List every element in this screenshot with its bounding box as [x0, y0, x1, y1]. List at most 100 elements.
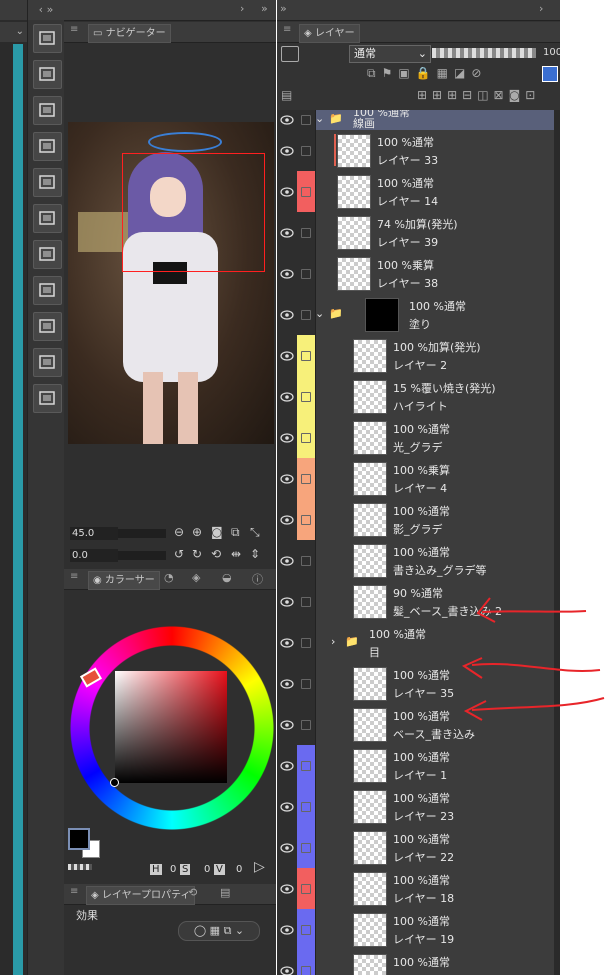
- blend-mode-select[interactable]: 通常 ⌄: [349, 45, 431, 63]
- layer-convert-icon[interactable]: [33, 240, 62, 269]
- layer-lock-toggle[interactable]: [297, 663, 316, 704]
- tab-history-icon[interactable]: ◒: [222, 571, 232, 584]
- zoom-in-icon[interactable]: ⊕: [192, 525, 202, 539]
- saturation-value-square[interactable]: [115, 671, 227, 783]
- layer-row[interactable]: 100 %通常レイヤー 21: [277, 950, 560, 975]
- layer-checkbox[interactable]: [301, 678, 311, 689]
- rotate-right-icon[interactable]: ↻: [192, 547, 202, 561]
- layer-row[interactable]: 100 %通常 レイヤー 18: [277, 868, 560, 910]
- tab-navigator[interactable]: ▭ ナビゲーター: [88, 24, 171, 43]
- layer-checkbox[interactable]: [301, 965, 311, 975]
- layer-row[interactable]: 15 %覆い焼き(発光) ハイライト: [277, 376, 560, 418]
- layer-lock-toggle[interactable]: [297, 540, 316, 581]
- menu-icon[interactable]: ≡: [283, 24, 291, 35]
- visibility-toggle[interactable]: [277, 212, 298, 253]
- menu-icon[interactable]: ≡: [70, 24, 78, 35]
- chevron-down-icon[interactable]: ⌄: [235, 924, 244, 937]
- rotate-value[interactable]: 0.0: [70, 549, 118, 562]
- screentone-icon[interactable]: [33, 168, 62, 197]
- layer-lock-toggle[interactable]: [297, 294, 316, 335]
- layer-lock-toggle[interactable]: [297, 745, 316, 786]
- visibility-toggle[interactable]: [277, 827, 298, 868]
- navigator-preview[interactable]: [68, 122, 274, 444]
- lock-transparent-icon[interactable]: ▦: [437, 66, 454, 80]
- layer-checkbox[interactable]: [301, 186, 311, 197]
- collapse-icon[interactable]: »: [261, 2, 268, 15]
- chevron-down-icon[interactable]: ⌄: [0, 22, 27, 42]
- visibility-toggle[interactable]: [277, 622, 298, 663]
- visibility-toggle[interactable]: [277, 458, 298, 499]
- layer-color-icon[interactable]: ⧉: [224, 924, 232, 937]
- tab-layer-property[interactable]: ◈ レイヤープロパティ: [86, 886, 196, 905]
- comment-icon[interactable]: [33, 348, 62, 377]
- lock-icon[interactable]: 🔒: [416, 66, 437, 80]
- layer-lock-toggle[interactable]: [297, 130, 316, 171]
- folder-expand-icon[interactable]: ⌄: [315, 112, 324, 125]
- visibility-toggle[interactable]: [277, 376, 298, 417]
- layer-lock-toggle[interactable]: [297, 581, 316, 622]
- layer-checkbox[interactable]: [301, 637, 311, 648]
- close-doc-icon[interactable]: [33, 132, 62, 161]
- layer-lock-toggle[interactable]: [297, 786, 316, 827]
- tab-history-icon[interactable]: ⟲: [188, 886, 197, 899]
- opacity-slider[interactable]: [432, 48, 536, 58]
- effect-buttons[interactable]: ◯ ▦ ⧉ ⌄: [178, 921, 260, 941]
- layer-lock-toggle[interactable]: [297, 212, 316, 253]
- visibility-toggle[interactable]: [277, 909, 298, 950]
- flip-horizontal-icon[interactable]: ⇹: [231, 547, 241, 561]
- tab-layer[interactable]: ◈ レイヤー: [299, 24, 360, 43]
- palette-color-icon[interactable]: [542, 66, 558, 82]
- visibility-toggle[interactable]: [277, 417, 298, 458]
- layer-row[interactable]: ⌄ 📁 100 %通常 線画: [277, 110, 560, 131]
- layer-row[interactable]: 100 %通常 レイヤー 14: [277, 171, 560, 213]
- layer-checkbox[interactable]: [301, 760, 311, 771]
- layer-checkbox[interactable]: [301, 842, 311, 853]
- folder-expand-icon[interactable]: ›: [331, 635, 335, 648]
- flip-vertical-icon[interactable]: ⇕: [250, 547, 260, 561]
- speech-bubble-icon[interactable]: [33, 60, 62, 89]
- layer-lock-toggle[interactable]: [297, 253, 316, 294]
- rotate-left-icon[interactable]: ↺: [174, 547, 184, 561]
- layer-row[interactable]: 100 %加算(発光) レイヤー 2: [277, 335, 560, 377]
- visibility-toggle[interactable]: [277, 581, 298, 622]
- layer-row[interactable]: ⌄ 📁 100 %通常 塗り: [277, 294, 560, 336]
- layer-lock-toggle[interactable]: [297, 622, 316, 663]
- tab-info-icon[interactable]: ⓘ: [252, 571, 263, 587]
- layer-lock-toggle[interactable]: [297, 499, 316, 540]
- sv-cursor[interactable]: [110, 778, 119, 787]
- actual-size-icon[interactable]: ◙: [211, 525, 223, 539]
- zoom-out-icon[interactable]: ⊖: [174, 525, 184, 539]
- zoom-slider[interactable]: [118, 529, 166, 538]
- reset-rotate-icon[interactable]: ⟲: [211, 547, 221, 561]
- layer-lock-toggle[interactable]: [297, 909, 316, 950]
- tone-effect-icon[interactable]: ▦: [210, 924, 220, 937]
- visibility-toggle[interactable]: [277, 499, 298, 540]
- tab-material-icon[interactable]: ▤: [220, 886, 230, 899]
- play-icon[interactable]: ▷: [254, 859, 265, 875]
- ruler-icon[interactable]: ⊘: [471, 66, 487, 80]
- layer-list-icon[interactable]: ▤: [281, 88, 292, 102]
- layer-checkbox[interactable]: [301, 883, 311, 894]
- transparent-swatch[interactable]: [68, 864, 92, 870]
- layer-checkbox[interactable]: [301, 596, 311, 607]
- layer-lock-toggle[interactable]: [297, 458, 316, 499]
- layer-row[interactable]: 100 %乗算 レイヤー 38: [277, 253, 560, 295]
- zoom-value[interactable]: 45.0: [70, 527, 118, 540]
- collapse-icon[interactable]: »: [280, 2, 287, 15]
- folder-icon[interactable]: [33, 276, 62, 305]
- layer-checkbox[interactable]: [301, 268, 311, 279]
- visibility-toggle[interactable]: [277, 704, 298, 745]
- layer-checkbox[interactable]: [301, 555, 311, 566]
- tab-intermediate-icon[interactable]: ◈: [192, 571, 200, 584]
- visibility-toggle[interactable]: [277, 335, 298, 376]
- visibility-toggle[interactable]: [277, 294, 298, 335]
- layer-checkbox[interactable]: [301, 115, 311, 125]
- canvas-strip[interactable]: [13, 44, 23, 975]
- layer-lock-toggle[interactable]: [297, 827, 316, 868]
- layer-checkbox[interactable]: [301, 145, 311, 156]
- visibility-toggle[interactable]: [277, 786, 298, 827]
- layer-checkbox[interactable]: [301, 473, 311, 484]
- layer-lock-toggle[interactable]: [297, 335, 316, 376]
- visibility-toggle[interactable]: [277, 171, 298, 212]
- visibility-toggle[interactable]: [277, 663, 298, 704]
